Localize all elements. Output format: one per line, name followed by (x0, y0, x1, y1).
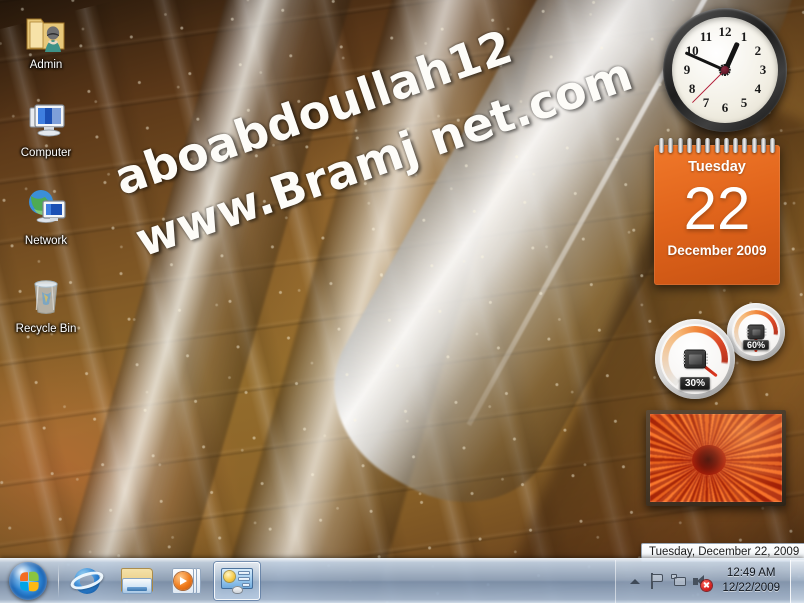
desktop-icon-recycle-bin[interactable]: Recycle Bin (4, 268, 88, 342)
show-hidden-icons-button[interactable] (624, 566, 646, 596)
slideshow-gadget[interactable] (646, 410, 786, 506)
desktop-screen: aboabdoullah12 www.Bramj net.com Admin C… (0, 0, 804, 603)
show-desktop-button[interactable] (790, 559, 804, 603)
volume-button[interactable] (690, 566, 712, 596)
cpu-usage-label: 30% (679, 377, 711, 390)
desktop-icon-computer[interactable]: Computer (4, 92, 88, 166)
memory-usage-label: 60% (742, 340, 770, 350)
clock-center-cap (721, 66, 729, 74)
computer-monitor-icon (22, 96, 70, 144)
calendar-month-year: December 2009 (667, 243, 767, 258)
calendar-weekday: Tuesday (688, 159, 746, 175)
calendar-spiral-binding (656, 138, 778, 153)
action-center-button[interactable] (646, 566, 668, 596)
tray-clock-date: 12/22/2009 (722, 582, 780, 594)
taskbar-item-media-player[interactable] (164, 562, 210, 600)
desktop-icon-label: Computer (20, 147, 72, 159)
slideshow-photo (650, 414, 782, 502)
network-globe-icon (22, 184, 70, 232)
chevron-up-icon (630, 578, 641, 584)
flag-icon (650, 573, 665, 589)
clock-numeral: 6 (721, 100, 729, 115)
calendar-spiral-ring (770, 138, 775, 153)
clock-numeral: 7 (702, 94, 710, 110)
clock-numeral: 11 (699, 29, 713, 45)
memory-chip-icon (746, 325, 766, 339)
network-icon (671, 573, 687, 589)
clock-numeral: 3 (759, 62, 767, 77)
calendar-spiral-ring (733, 138, 738, 153)
calendar-spiral-ring (760, 138, 766, 153)
clock-numeral: 5 (740, 94, 748, 110)
calendar-spiral-ring (705, 138, 711, 153)
gadget-gallery-icon (221, 568, 253, 594)
calendar-spiral-ring (668, 138, 674, 153)
clock-numeral: 9 (683, 62, 691, 77)
taskbar-item-gadget-gallery[interactable] (214, 562, 260, 600)
cpu-chip-icon (682, 350, 708, 368)
desktop-icon-network[interactable]: Network (4, 180, 88, 254)
taskbar-item-internet-explorer[interactable] (64, 562, 110, 600)
clock-face: 1 2 3 4 5 6 7 8 9 10 11 12 (672, 17, 778, 123)
calendar-gadget[interactable]: Tuesday 22 December 2009 (654, 138, 780, 285)
media-player-icon (172, 567, 202, 595)
calendar-spiral-ring (742, 138, 748, 153)
calendar-spiral-ring (723, 138, 729, 153)
calendar-spiral-ring (659, 138, 664, 153)
desktop-icon-label: Admin (29, 59, 63, 71)
tray-clock-time: 12:49 AM (726, 567, 776, 579)
clock-numeral: 4 (754, 81, 762, 96)
desktop-icon-admin[interactable]: Admin (4, 4, 88, 78)
system-tray: 12:49 AM 12/22/2009 (615, 559, 804, 603)
clock-numeral: 8 (688, 81, 696, 96)
speaker-muted-icon (692, 574, 712, 591)
start-button[interactable] (1, 560, 55, 603)
desktop-icon-label: Network (24, 235, 68, 247)
calendar-spiral-ring (751, 138, 757, 153)
user-folder-icon (22, 8, 70, 56)
recycle-bin-icon (22, 272, 70, 320)
memory-gauge[interactable]: 60% (727, 303, 785, 361)
cpu-gauge[interactable]: 30% (655, 319, 735, 399)
photo-highlight (650, 414, 782, 502)
clock-numeral: 1 (740, 29, 748, 45)
network-status-button[interactable] (668, 566, 690, 596)
calendar-spiral-ring (696, 138, 701, 153)
desktop-icon-label: Recycle Bin (15, 323, 77, 335)
cpu-meter-gadget[interactable]: 60% 30% (655, 303, 785, 401)
clock-gadget[interactable]: 1 2 3 4 5 6 7 8 9 10 11 12 (663, 8, 787, 132)
tray-clock[interactable]: 12:49 AM 12/22/2009 (712, 566, 788, 596)
desktop-icon-column: Admin Computer Network Recycle Bin (4, 4, 90, 356)
taskbar-separator (58, 564, 59, 598)
calendar-spiral-ring (686, 138, 692, 153)
clock-numeral: 12 (718, 24, 732, 39)
windows-orb-icon (9, 562, 47, 600)
clock-numeral: 2 (754, 43, 762, 58)
folder-icon (121, 568, 153, 594)
taskbar: 12:49 AM 12/22/2009 (0, 558, 804, 603)
windows-flag (19, 570, 39, 592)
internet-explorer-icon (68, 566, 106, 596)
calendar-day-number: 22 (683, 175, 751, 242)
taskbar-item-windows-explorer[interactable] (114, 562, 160, 600)
calendar-spiral-ring (714, 138, 720, 153)
calendar-spiral-ring (677, 138, 683, 153)
